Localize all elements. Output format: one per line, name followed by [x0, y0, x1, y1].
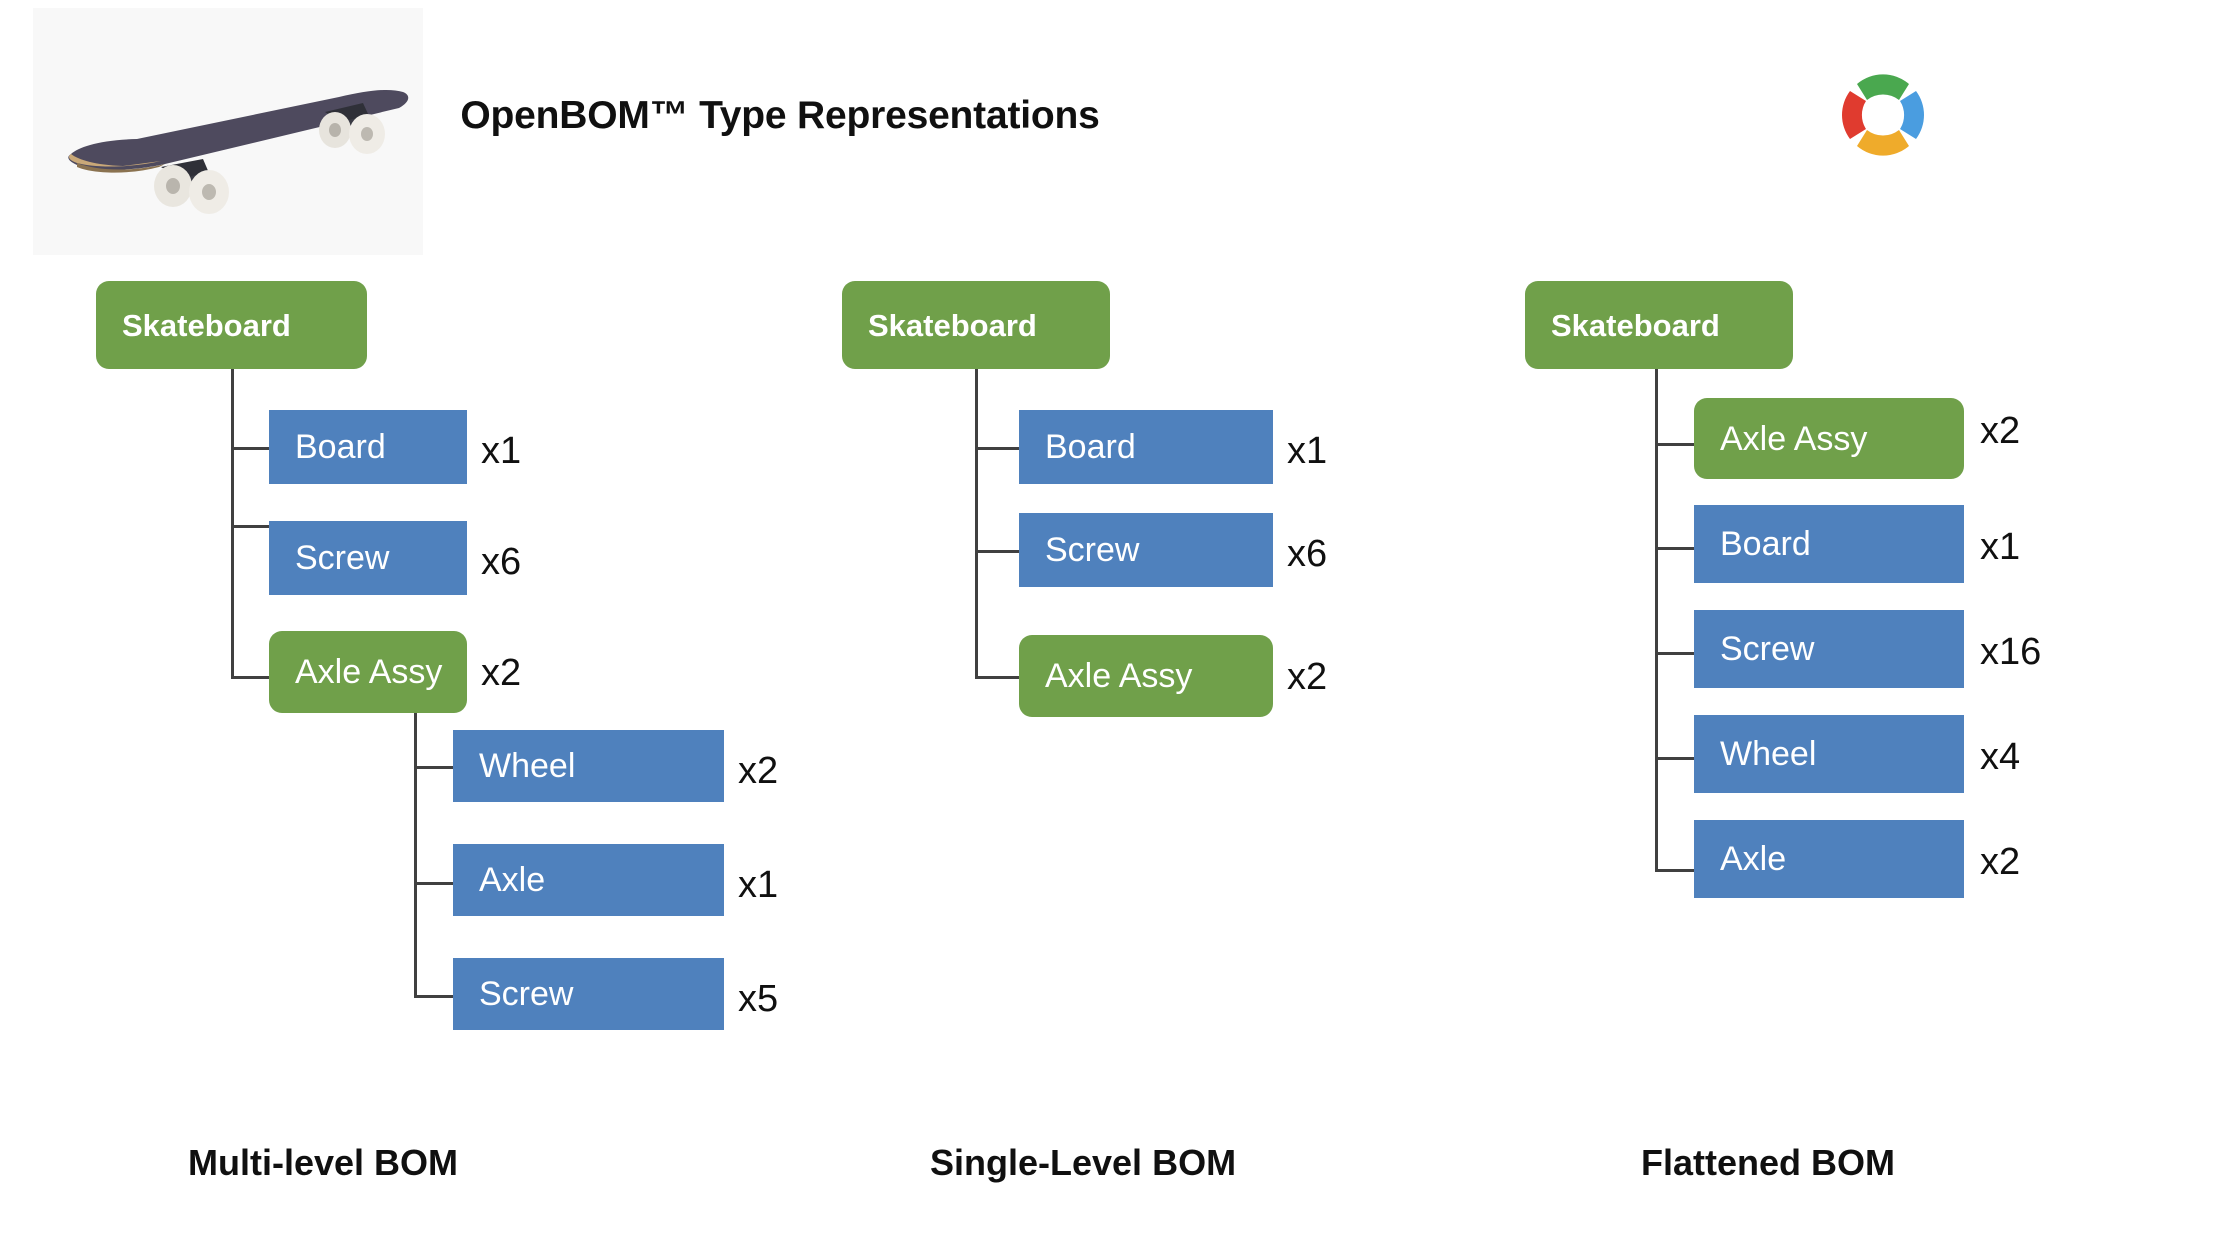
diagram-canvas: OpenBOM™ Type Representations Skateboard… [0, 0, 2236, 1252]
node-label: Skateboard [1551, 307, 1720, 343]
node-skateboard-root-flat[interactable]: Skateboard [1525, 281, 1793, 369]
node-label: Wheel [1720, 735, 1817, 773]
qty-screw-flat: x16 [1980, 631, 2042, 673]
node-axle-flat[interactable]: Axle [1694, 820, 1964, 898]
connector-stub-axle-assy-flat [1655, 443, 1694, 446]
node-label: Axle [1720, 840, 1787, 878]
qty-axle-flat: x2 [1980, 841, 2021, 883]
node-axle-assy-flat[interactable]: Axle Assy [1694, 398, 1964, 479]
node-label: Axle Assy [1720, 419, 1868, 458]
connector-stub-axle-flat [1655, 869, 1694, 872]
qty-wheel-flat: x4 [1980, 736, 2021, 778]
connector-stub-board-flat [1655, 547, 1694, 550]
node-label: Board [1720, 525, 1811, 563]
node-screw-flat[interactable]: Screw [1694, 610, 1964, 688]
node-board-flat[interactable]: Board [1694, 505, 1964, 583]
caption-flattened: Flattened BOM [1641, 1142, 1896, 1183]
bom-column-flattened: Skateboard Axle Assy x2 Board x1 Screw x… [0, 0, 2236, 1252]
qty-board-flat: x1 [1980, 526, 2021, 568]
node-wheel-flat[interactable]: Wheel [1694, 715, 1964, 793]
connector-stub-screw-flat [1655, 652, 1694, 655]
qty-axle-assy-flat: x2 [1980, 410, 2021, 452]
node-label: Screw [1720, 630, 1815, 668]
connector-stub-wheel-flat [1655, 757, 1694, 760]
